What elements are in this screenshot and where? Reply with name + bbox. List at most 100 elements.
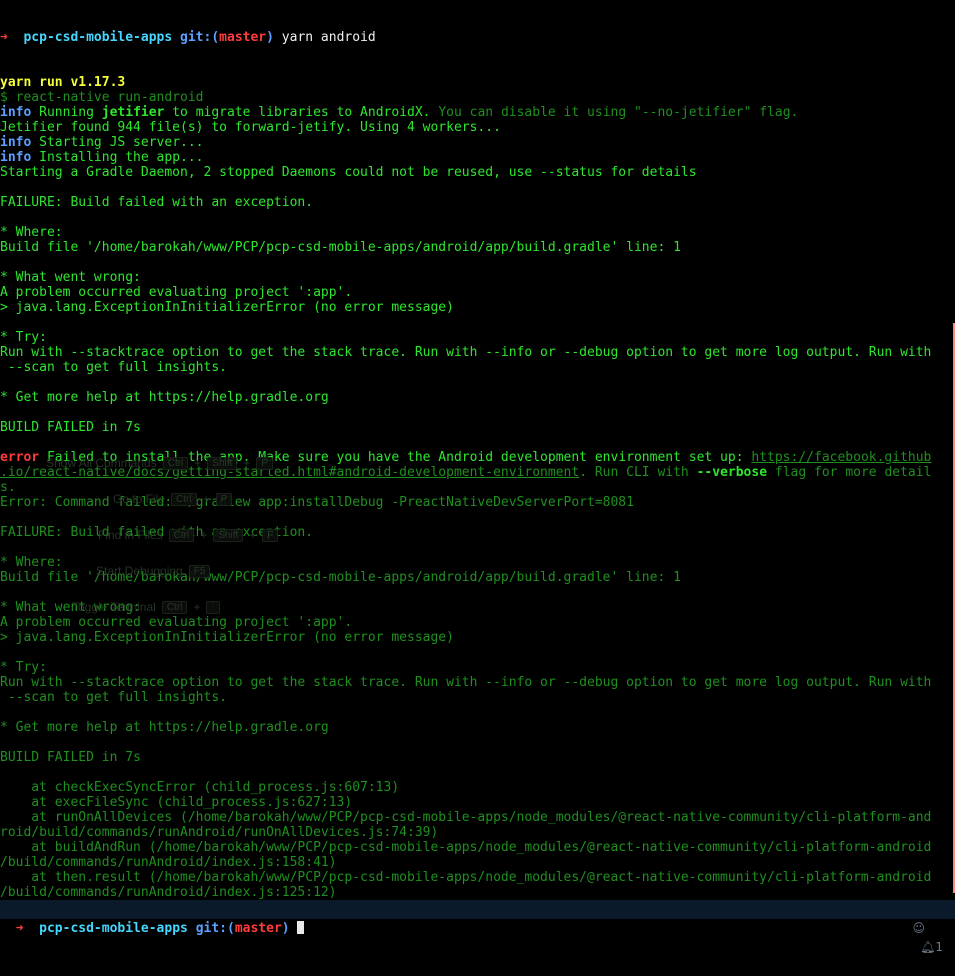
- log-line: Build file '/home/barokah/www/PCP/pcp-cs…: [0, 570, 955, 585]
- log-text: Installing the app...: [31, 150, 204, 165]
- log-line: * Where:: [0, 225, 955, 240]
- log-text: A problem occurred evaluating project ':…: [0, 285, 353, 300]
- log-line: Starting a Gradle Daemon, 2 stopped Daem…: [0, 165, 955, 180]
- log-text: * Try:: [0, 330, 47, 345]
- log-text: s.: [0, 480, 16, 495]
- log-line: --scan to get full insights.: [0, 690, 955, 705]
- prompt-arrow: ➜: [0, 30, 8, 45]
- log-text: You can disable it using "--no-jetifier"…: [438, 105, 799, 120]
- status-git-label: git:(: [195, 921, 235, 936]
- prompt-command: yarn android: [281, 30, 376, 45]
- log-line: yarn run v1.17.3: [0, 75, 955, 90]
- terminal-status-line[interactable]: ➜ pcp-csd-mobile-apps git:(master) ☺ 🔔︎1: [0, 900, 955, 954]
- log-text: * Get more help at https://help.gradle.o…: [0, 390, 329, 405]
- log-line: info Starting JS server...: [0, 135, 955, 150]
- log-line: info Running jetifier to migrate librari…: [0, 105, 955, 120]
- log-text: --scan to get full insights.: [0, 690, 227, 705]
- log-lines: yarn run v1.17.3 $ react-native run-andro…: [0, 75, 955, 900]
- log-text: Run with --stacktrace option to get the …: [0, 345, 932, 360]
- log-line: * Get more help at https://help.gradle.o…: [0, 390, 955, 405]
- log-text: Build file '/home/barokah/www/PCP/pcp-cs…: [0, 570, 681, 585]
- log-line: BUILD FAILED in 7s: [0, 420, 955, 435]
- log-text: yarn run v1.17.3: [0, 75, 126, 90]
- log-text: BUILD FAILED in 7s: [0, 750, 141, 765]
- log-text: BUILD FAILED in 7s: [0, 420, 141, 435]
- log-text: > java.lang.ExceptionInInitializerError …: [0, 630, 454, 645]
- log-text: $ react-native run-android: [0, 90, 204, 105]
- log-text: /build/commands/runAndroid/index.js:158:…: [0, 855, 337, 870]
- log-line: at checkExecSyncError (child_process.js:…: [0, 780, 955, 795]
- prompt-directory: pcp-csd-mobile-apps: [23, 30, 173, 45]
- log-line: * Get more help at https://help.gradle.o…: [0, 720, 955, 735]
- log-line: at execFileSync (child_process.js:627:13…: [0, 795, 955, 810]
- log-text: at execFileSync (child_process.js:627:13…: [0, 795, 353, 810]
- log-text: roid/build/commands/runAndroid/runOnAllD…: [0, 825, 439, 840]
- log-line: > java.lang.ExceptionInInitializerError …: [0, 630, 955, 645]
- log-text: * Get more help at https://help.gradle.o…: [0, 720, 329, 735]
- prompt-line: ➜ pcp-csd-mobile-apps git:(master) yarn …: [0, 30, 955, 45]
- log-line: * Where:: [0, 555, 955, 570]
- log-text: * Try:: [0, 660, 47, 675]
- log-line: info Installing the app...: [0, 150, 955, 165]
- log-text: Jetifier found 944 file(s) to forward-je…: [0, 120, 501, 135]
- log-line: /build/commands/runAndroid/index.js:125:…: [0, 885, 955, 900]
- log-text: FAILURE: Build failed with an exception.: [0, 195, 314, 210]
- info-tag: info: [0, 105, 32, 120]
- log-line: error Failed to install the app. Make su…: [0, 450, 955, 465]
- log-line: A problem occurred evaluating project ':…: [0, 615, 955, 630]
- log-line: FAILURE: Build failed with an exception.: [0, 195, 955, 210]
- log-line: * What went wrong:: [0, 600, 955, 615]
- log-text: Running: [31, 105, 102, 120]
- log-text: Run with --stacktrace option to get the …: [0, 675, 932, 690]
- prompt-git-close: ): [266, 30, 274, 45]
- log-line: at then.result (/home/barokah/www/PCP/pc…: [0, 870, 955, 885]
- log-line: * What went wrong:: [0, 270, 955, 285]
- log-line: $ react-native run-android: [0, 90, 955, 105]
- log-line: > java.lang.ExceptionInInitializerError …: [0, 300, 955, 315]
- log-text: FAILURE: Build failed with an exception.: [0, 525, 314, 540]
- terminal-output[interactable]: ➜ pcp-csd-mobile-apps git:(master) yarn …: [0, 0, 955, 900]
- log-line: Jetifier found 944 file(s) to forward-je…: [0, 120, 955, 135]
- log-text: jetifier: [101, 105, 165, 120]
- log-text: at then.result (/home/barokah/www/PCP/pc…: [0, 870, 932, 885]
- log-text: at buildAndRun (/home/barokah/www/PCP/pc…: [0, 840, 932, 855]
- terminal-cursor: [297, 921, 305, 934]
- log-line: s.: [0, 480, 955, 495]
- log-text: * What went wrong:: [0, 270, 141, 285]
- status-prompt-directory: pcp-csd-mobile-apps: [39, 921, 188, 936]
- error-tag: error: [0, 450, 40, 465]
- bell-icon[interactable]: 🔔︎: [920, 940, 935, 954]
- log-line: BUILD FAILED in 7s: [0, 750, 955, 765]
- log-line: .io/react-native/docs/getting-started.ht…: [0, 465, 955, 480]
- log-line: Build file '/home/barokah/www/PCP/pcp-cs…: [0, 240, 955, 255]
- info-tag: info: [0, 150, 32, 165]
- status-branch: master: [234, 921, 282, 936]
- log-text: at runOnAllDevices (/home/barokah/www/PC…: [0, 810, 932, 825]
- log-text: * Where:: [0, 555, 63, 570]
- log-line: * Try:: [0, 660, 955, 675]
- smiley-icon[interactable]: ☺: [913, 921, 926, 935]
- log-line: Error: Command failed: ./gradlew app:ins…: [0, 495, 955, 510]
- log-line: /build/commands/runAndroid/index.js:158:…: [0, 855, 955, 870]
- info-tag: info: [0, 135, 32, 150]
- log-line: Run with --stacktrace option to get the …: [0, 675, 955, 690]
- log-text: Starting JS server...: [31, 135, 204, 150]
- log-text: /build/commands/runAndroid/index.js:125:…: [0, 885, 337, 900]
- log-text: --scan to get full insights.: [0, 360, 227, 375]
- log-text: * What went wrong:: [0, 600, 141, 615]
- log-text: Failed to install the app. Make sure you…: [39, 450, 752, 465]
- log-text: to migrate libraries to AndroidX.: [164, 105, 439, 120]
- log-line: roid/build/commands/runAndroid/runOnAllD…: [0, 825, 955, 840]
- log-text: Build file '/home/barokah/www/PCP/pcp-cs…: [0, 240, 681, 255]
